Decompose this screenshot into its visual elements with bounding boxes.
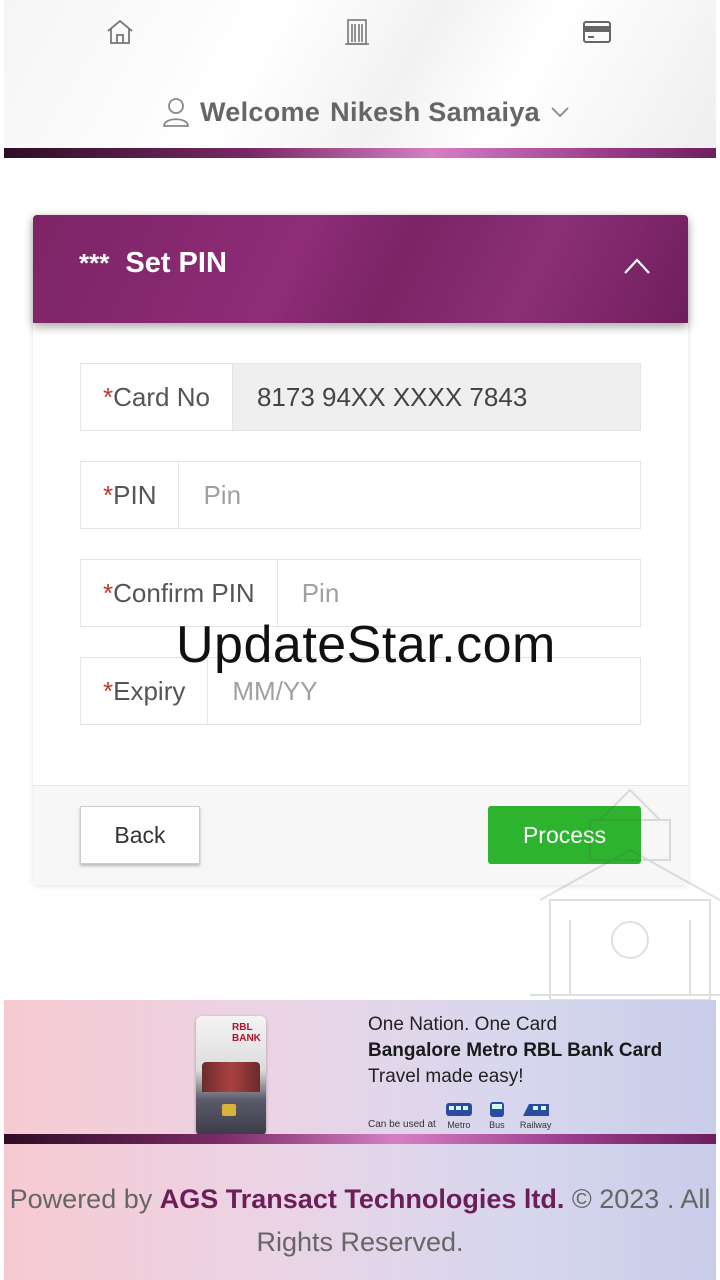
- card-no-value: 8173 94XX XXXX 7843: [232, 364, 640, 430]
- panel-title: *** Set PIN: [79, 247, 227, 280]
- banner-transport-icons: Can be used at Metro Bus Railway: [368, 1100, 551, 1130]
- bus-transport: Bus: [482, 1100, 512, 1130]
- card-no-label: * Card No: [81, 364, 233, 430]
- footer: Powered by AGS Transact Technologies ltd…: [4, 1144, 716, 1280]
- can-be-used-text: Can be used at: [368, 1119, 436, 1130]
- required-mark: *: [103, 479, 114, 510]
- required-mark: *: [103, 577, 114, 608]
- building-icon[interactable]: [341, 16, 373, 48]
- header-accent-bar: [4, 148, 716, 158]
- required-mark: *: [103, 381, 114, 412]
- user-icon: [163, 98, 189, 127]
- pin-label: * PIN: [81, 462, 180, 528]
- required-mark: *: [103, 675, 114, 706]
- building-illustration: [530, 788, 720, 1000]
- pin-label-text: PIN: [113, 479, 157, 510]
- watermark-text: UpdateStar.com: [176, 616, 556, 674]
- panel-title-text: Set PIN: [125, 247, 227, 279]
- welcome-prefix: Welcome: [200, 96, 321, 127]
- metro-label: Metro: [447, 1120, 471, 1130]
- user-name: Nikesh Samaiya: [330, 96, 540, 127]
- chevron-up-icon[interactable]: [622, 255, 652, 277]
- railway-label: Railway: [519, 1120, 552, 1130]
- top-header: Welcome Nikesh Samaiya: [4, 0, 716, 158]
- card-brand: RBL BANK: [232, 1022, 261, 1044]
- banner-text: One Nation. One Card Bangalore Metro RBL…: [368, 1014, 662, 1088]
- banner-subtitle: Travel made easy!: [368, 1066, 524, 1087]
- metro-transport: Metro: [444, 1100, 474, 1130]
- banner-tagline: One Nation. One Card: [368, 1014, 558, 1035]
- card-no-label-text: Card No: [113, 381, 210, 412]
- bus-icon: [489, 1102, 504, 1117]
- metro-card-image: RBL BANK: [196, 1016, 266, 1136]
- company-name: AGS Transact Technologies ltd.: [159, 1184, 565, 1214]
- pin-field: * PIN: [80, 461, 641, 529]
- railway-transport: Railway: [519, 1100, 552, 1130]
- card-chip: [222, 1104, 236, 1116]
- metro-icon: [445, 1103, 472, 1116]
- welcome-user-menu[interactable]: Welcome Nikesh Samaiya: [162, 92, 570, 132]
- footer-accent-bar: [4, 1134, 716, 1144]
- card-no-field: * Card No 8173 94XX XXXX 7843: [80, 363, 641, 431]
- card-icon[interactable]: [581, 16, 613, 48]
- panel-stars: ***: [79, 248, 110, 278]
- powered-by-text: Powered by: [9, 1184, 153, 1214]
- home-icon[interactable]: [104, 16, 136, 48]
- bus-label: Bus: [489, 1120, 505, 1130]
- confirm-pin-label-text: Confirm PIN: [113, 577, 255, 608]
- promo-banner[interactable]: RBL BANK One Nation. One Card Bangalore …: [4, 1000, 716, 1140]
- railway-icon: [522, 1104, 549, 1116]
- train-graphic: [202, 1062, 260, 1092]
- back-button[interactable]: Back: [80, 806, 200, 864]
- panel-header[interactable]: *** Set PIN: [33, 215, 688, 323]
- expiry-label-text: Expiry: [113, 675, 186, 706]
- banner-card-name: Bangalore Metro RBL Bank Card: [368, 1040, 663, 1061]
- chevron-down-icon: [551, 107, 569, 118]
- pin-input[interactable]: [179, 462, 640, 528]
